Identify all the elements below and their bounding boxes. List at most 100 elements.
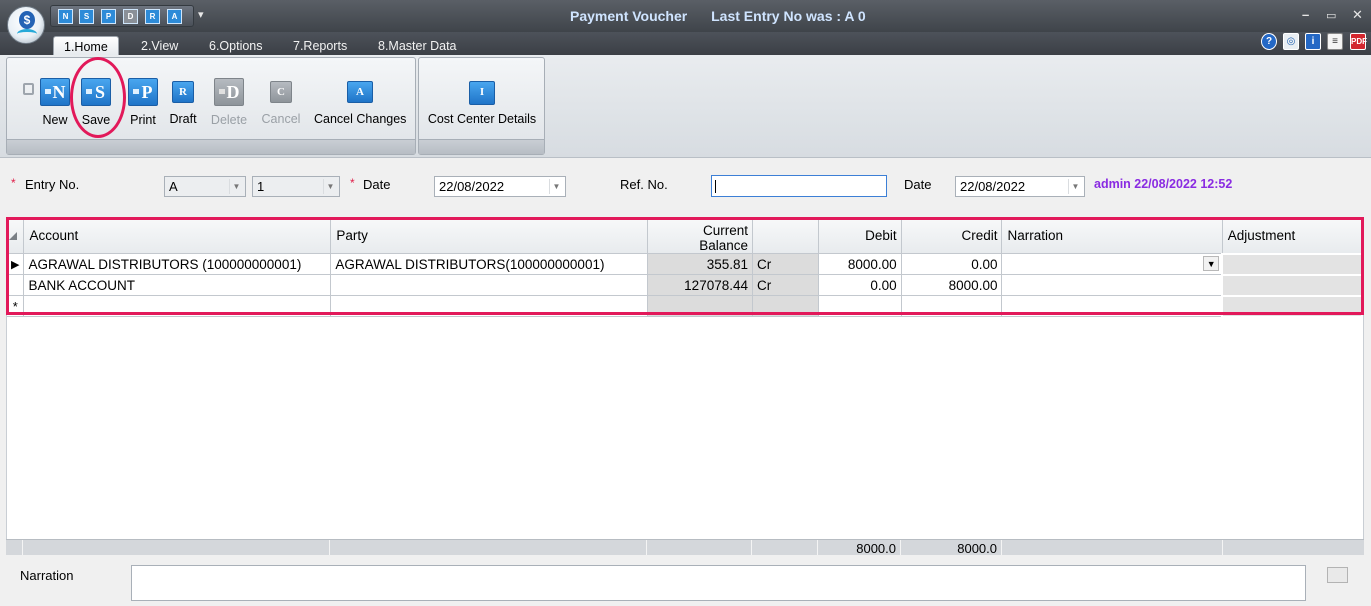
cell-dr-cr: Cr [752,274,819,296]
window-title: Payment Voucher Last Entry No was : A 0 [570,8,866,24]
quick-delete-icon[interactable]: D [123,9,138,24]
cell-credit[interactable]: 8000.00 [901,274,1003,296]
quick-cancel-changes-icon[interactable]: A [167,9,182,24]
new-button[interactable]: N New [35,78,75,127]
print-label: Print [130,113,156,127]
cell-narration[interactable]: ▼ [1001,253,1223,275]
cancel-label: Cancel [261,112,301,126]
col-credit[interactable]: Credit [901,220,1003,254]
cell-narration[interactable] [1001,274,1223,296]
cancel-button[interactable]: C Cancel [259,78,303,126]
close-button[interactable]: ✕ [1352,7,1363,23]
draft-label: Draft [169,112,197,126]
series-value: A [169,179,178,194]
menu-bar: 1.Home 2.View 6.Options 7.Reports 8.Mast… [0,32,1371,55]
cell-account[interactable]: AGRAWAL DISTRIBUTORS (100000000001) [23,253,332,275]
cell-account[interactable] [23,295,332,317]
cancel-icon: C [270,81,292,103]
delete-icon: D [214,78,244,106]
maximize-button[interactable]: ▭ [1326,9,1336,22]
ref-no-input[interactable] [711,175,887,197]
tab-view[interactable]: 2.View [131,36,188,55]
cost-center-icon: I [469,81,495,105]
cell-party[interactable]: AGRAWAL DISTRIBUTORS(100000000001) [330,253,649,275]
col-debit[interactable]: Debit [818,220,902,254]
save-button[interactable]: S Save [77,78,115,127]
pdf-icon[interactable]: PDF [1350,33,1367,50]
save-label: Save [81,113,111,127]
narration-textarea[interactable] [131,565,1306,601]
tab-home[interactable]: 1.Home [53,36,119,55]
cell-balance [647,295,753,317]
last-entry-info: Last Entry No was : A 0 [711,8,866,24]
quick-save-icon[interactable]: S [79,9,94,24]
delete-button[interactable]: D Delete [207,78,251,127]
table-row[interactable]: BANK ACCOUNT 127078.44 Cr 0.00 8000.00 [7,273,1363,297]
totals-cell [752,540,818,555]
grid-corner [7,220,25,254]
cell-party[interactable] [330,295,649,317]
cell-balance: 355.81 [647,253,753,275]
series-select[interactable]: A ▼ [164,176,246,197]
notes-icon[interactable]: ≡ [1327,33,1343,50]
totals-cell [647,540,752,555]
tab-master-data[interactable]: 8.Master Data [368,36,467,55]
form-title: Payment Voucher [570,8,688,24]
cell-adjustment[interactable] [1221,273,1363,297]
cell-balance: 127078.44 [647,274,753,296]
quick-draft-icon[interactable]: R [145,9,160,24]
delete-label: Delete [210,113,248,127]
ref-date-picker[interactable]: 22/08/2022 ▼ [955,176,1085,197]
col-dr-cr[interactable] [752,220,819,254]
col-adjustment[interactable]: Adjustment [1222,220,1363,254]
cell-adjustment[interactable] [1221,252,1363,276]
table-row[interactable]: ▶ AGRAWAL DISTRIBUTORS (100000000001) AG… [7,252,1363,276]
minimize-button[interactable]: – [1302,7,1309,22]
cell-adjustment[interactable] [1221,294,1363,318]
cell-dr-cr: Cr [752,253,819,275]
ref-no-label: Ref. No. [620,177,668,192]
cost-center-details-button[interactable]: I Cost Center Details [425,78,539,126]
support-icon[interactable]: ◎ [1283,33,1299,50]
cell-account[interactable]: BANK ACCOUNT [23,274,332,296]
date-label: Date [363,177,391,192]
app-logo[interactable]: $ [7,6,45,44]
voucher-table: Account Party Current Balance Debit Cred… [7,220,1363,318]
col-current-balance[interactable]: Current Balance [647,220,753,254]
date-value: 22/08/2022 [439,179,505,194]
ribbon-group-actions: N New S Save P Print R Draft D Delete C … [6,57,416,155]
lock-icon[interactable] [23,83,34,95]
draft-button[interactable]: R Draft [165,78,201,126]
date-picker[interactable]: 22/08/2022 ▼ [434,176,566,197]
cell-party[interactable] [330,274,649,296]
new-row-marker: * [7,295,25,317]
help-icon[interactable]: ? [1261,33,1277,50]
tab-reports[interactable]: 7.Reports [283,36,357,55]
chevron-down-icon: ▼ [229,179,243,194]
info-icon[interactable]: i [1305,33,1321,50]
cell-credit[interactable]: 0.00 [901,253,1003,275]
tab-options[interactable]: 6.Options [199,36,273,55]
quick-print-icon[interactable]: P [101,9,116,24]
cell-narration[interactable] [1001,295,1223,317]
customize-toolbar-icon[interactable]: ▾ [198,8,204,21]
narration-dropdown-icon[interactable]: ▼ [1203,256,1220,271]
cell-debit[interactable]: 0.00 [818,274,902,296]
cell-debit[interactable] [818,295,902,317]
save-icon: S [81,78,111,106]
print-button[interactable]: P Print [124,78,162,127]
ribbon-group-footer [7,139,415,154]
totals-cell [23,540,330,555]
quick-new-icon[interactable]: N [58,9,73,24]
cancel-changes-button[interactable]: A Cancel Changes [314,78,406,126]
col-party[interactable]: Party [330,220,649,254]
cell-debit[interactable]: 8000.00 [818,253,902,275]
col-narration[interactable]: Narration [1001,220,1223,254]
narration-toggle-button[interactable] [1327,567,1348,583]
cell-credit[interactable] [901,295,1003,317]
required-mark: * [350,176,355,190]
entry-no-select[interactable]: 1 ▼ [252,176,340,197]
grid-totals-row: 8000.0 8000.0 [6,539,1364,556]
col-account[interactable]: Account [23,220,332,254]
new-row[interactable]: * [7,294,1363,318]
